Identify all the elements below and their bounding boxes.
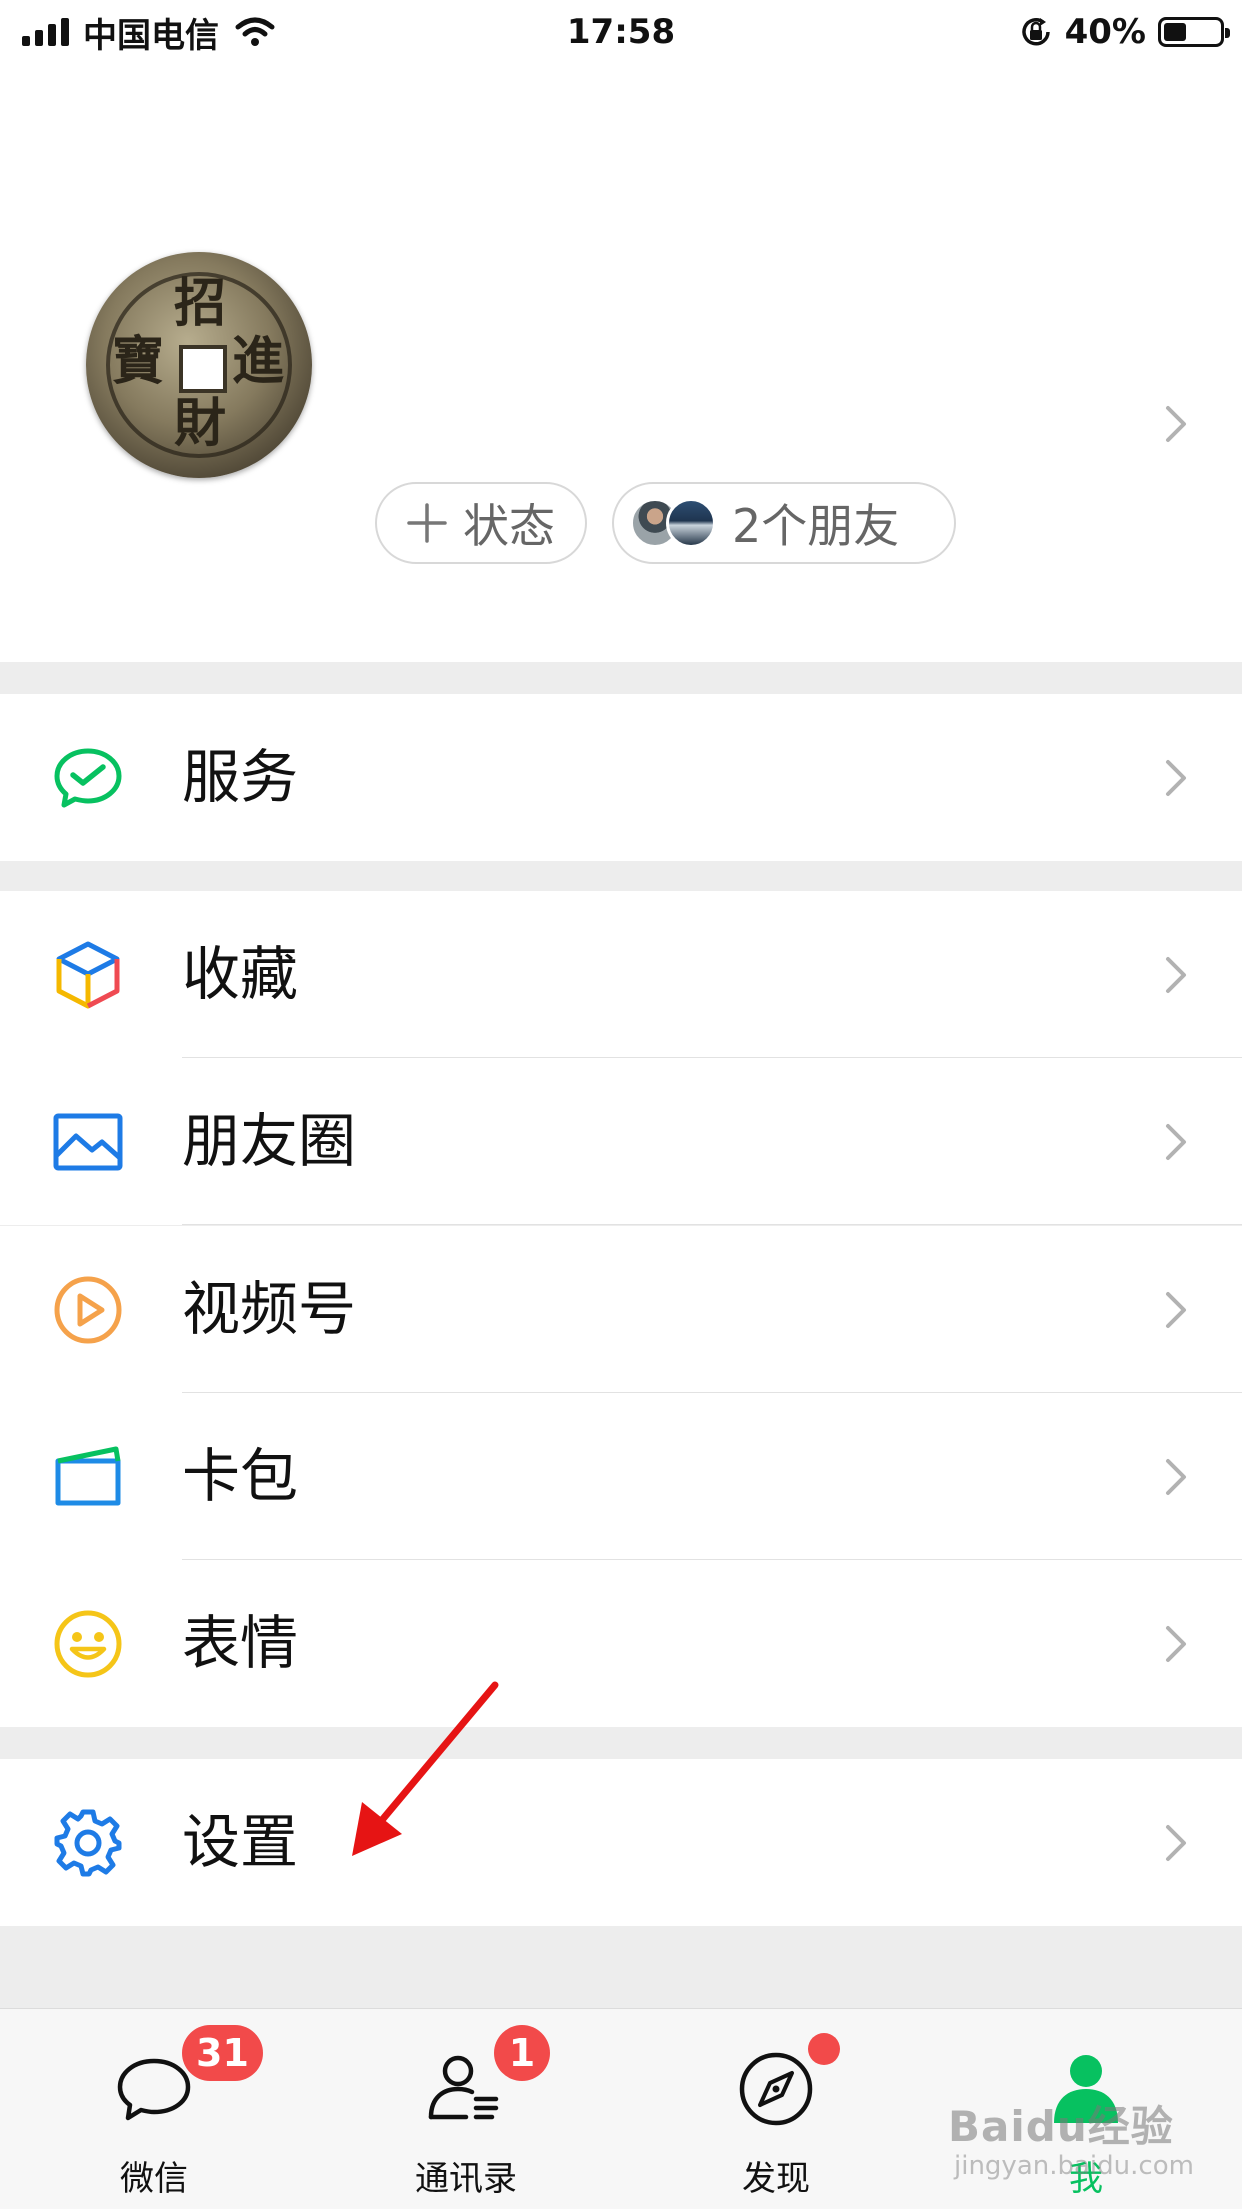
new-dot-badge	[808, 2033, 840, 2065]
compass-icon	[739, 2052, 813, 2126]
battery-icon	[1158, 17, 1230, 47]
menu-item-label: 设置	[182, 1808, 299, 1876]
watermark-text: Baidu经验	[948, 2102, 1174, 2151]
unread-badge: 31	[182, 2025, 263, 2081]
tab-label: 通讯录	[415, 2159, 517, 2199]
picture-icon	[53, 1113, 123, 1171]
menu-item-moments[interactable]: 朋友圈	[0, 1058, 1242, 1225]
cube-icon	[56, 941, 120, 1009]
tab-bar: 31 微信 1 通讯录 发现 我 Baidu经验 jingyan.baidu.c…	[0, 2008, 1242, 2209]
chevron-right-icon	[1166, 1825, 1186, 1861]
battery-percent: 40%	[1064, 12, 1146, 52]
chevron-right-icon	[1166, 1124, 1186, 1160]
tab-label: 微信	[120, 2159, 188, 2199]
tab-discover[interactable]: 发现	[686, 2009, 866, 2209]
avatar-char-left: 寶	[112, 331, 165, 392]
watermark-url: jingyan.baidu.com	[954, 2151, 1194, 2181]
menu-item-label: 收藏	[182, 940, 299, 1008]
unread-badge: 1	[494, 2025, 550, 2081]
status-bar-right: 40%	[1019, 8, 1230, 56]
gear-icon	[54, 1809, 122, 1877]
chat-bubble-icon	[117, 2058, 191, 2121]
friends-button-label: 2个朋友	[732, 499, 900, 553]
wechat-pay-check-icon	[54, 748, 122, 808]
play-circle-icon	[54, 1276, 122, 1344]
tab-chats[interactable]: 31 微信	[64, 2009, 263, 2209]
status-button-label: 状态	[463, 499, 555, 553]
tab-contacts[interactable]: 1 通讯录	[376, 2009, 556, 2209]
chevron-right-icon	[1166, 760, 1186, 796]
menu-item-stickers[interactable]: 表情	[0, 1560, 1242, 1727]
friend-avatar	[666, 498, 716, 548]
menu-item-label: 视频号	[182, 1275, 357, 1343]
smiley-icon	[54, 1610, 122, 1678]
menu-item-label: 朋友圈	[182, 1107, 357, 1175]
chevron-right-icon	[1166, 957, 1186, 993]
friends-button[interactable]: 2个朋友	[612, 482, 956, 564]
menu-item-service[interactable]: 服务	[0, 694, 1242, 861]
row-divider	[182, 1224, 1242, 1225]
contacts-icon	[428, 2055, 499, 2120]
annotation-arrow-icon	[352, 1681, 499, 1856]
menu-item-label: 表情	[182, 1609, 299, 1677]
status-bar: 中国电信 17:58 40%	[0, 0, 1242, 64]
avatar-char-bottom: 財	[174, 393, 227, 454]
profile-header[interactable]: 招 進 財 寶 状态 2个朋友	[0, 64, 1242, 662]
menu-item-settings[interactable]: 设置	[0, 1759, 1242, 1926]
chevron-right-icon	[1166, 1459, 1186, 1495]
avatar[interactable]: 招 進 財 寶	[86, 252, 312, 478]
menu-item-favorites[interactable]: 收藏	[0, 891, 1242, 1058]
menu-item-cards[interactable]: 卡包	[0, 1393, 1242, 1560]
add-status-button[interactable]: 状态	[375, 482, 587, 564]
menu-item-label: 服务	[182, 743, 299, 811]
avatar-char-right: 進	[232, 331, 285, 392]
tab-label: 发现	[742, 2159, 810, 2199]
chevron-right-icon	[1166, 1292, 1186, 1328]
menu-item-channels[interactable]: 视频号	[0, 1226, 1242, 1393]
chevron-right-icon	[1166, 1626, 1186, 1662]
chevron-right-icon	[1166, 406, 1186, 442]
orientation-lock-icon	[1021, 18, 1050, 46]
menu-item-label: 卡包	[182, 1442, 299, 1510]
plus-icon	[407, 503, 447, 543]
wallet-card-icon	[55, 1446, 121, 1506]
avatar-char-top: 招	[174, 273, 227, 334]
